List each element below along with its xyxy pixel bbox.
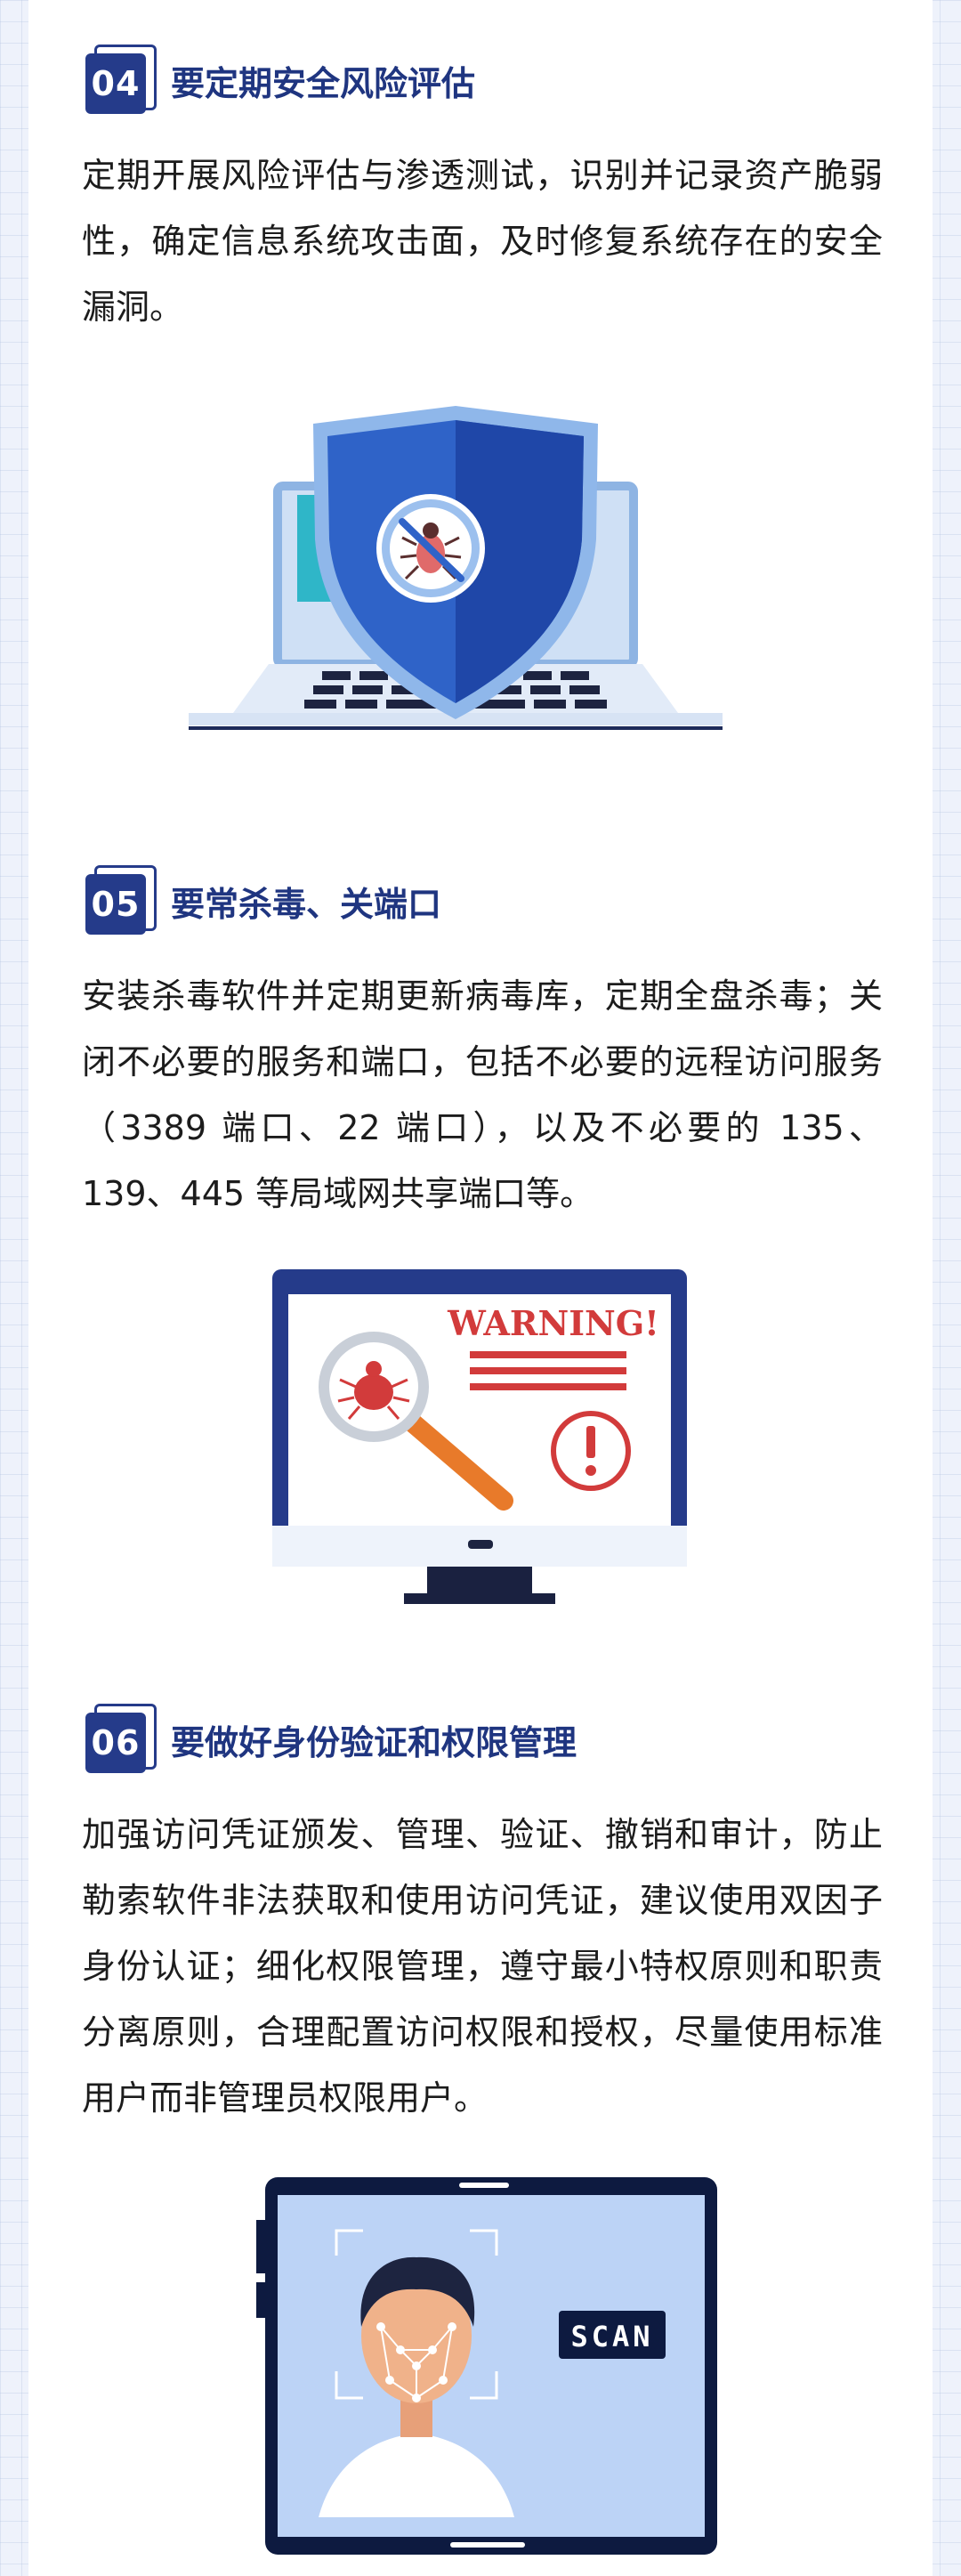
- number-badge: 04: [85, 45, 157, 117]
- badge-number: 04: [85, 53, 146, 114]
- section-title: 要定期安全风险评估: [171, 64, 476, 103]
- warning-monitor-illustration: WARNING!: [272, 1269, 687, 1604]
- number-badge: 05: [85, 865, 157, 938]
- section-body: 定期开展风险评估与渗透测试，识别并记录资产脆弱性，确定信息系统攻击面，及时修复系…: [82, 156, 883, 327]
- shield-laptop-illustration: [189, 406, 723, 730]
- content-card: 04 要定期安全风险评估 定期开展风险评估与渗透测试，识别并记录资产脆弱性，确定…: [28, 0, 933, 2576]
- section-body: 安装杀毒软件并定期更新病毒库，定期全盘杀毒；关闭不必要的服务和端口，包括不必要的…: [82, 976, 883, 1213]
- section-title: 要做好身份验证和权限管理: [171, 1723, 577, 1762]
- section-body: 加强访问凭证颁发、管理、验证、撤销和审计，防止勒索软件非法获取和使用访问凭证，建…: [82, 1815, 883, 2118]
- badge-number: 05: [85, 874, 146, 935]
- number-badge: 06: [85, 1704, 157, 1777]
- section-title: 要常杀毒、关端口: [171, 885, 442, 924]
- face-scan-illustration: SCAN: [256, 2177, 717, 2555]
- scan-label: SCAN: [570, 2320, 653, 2353]
- badge-number: 06: [85, 1713, 146, 1773]
- warning-label: WARNING!: [447, 1303, 659, 1343]
